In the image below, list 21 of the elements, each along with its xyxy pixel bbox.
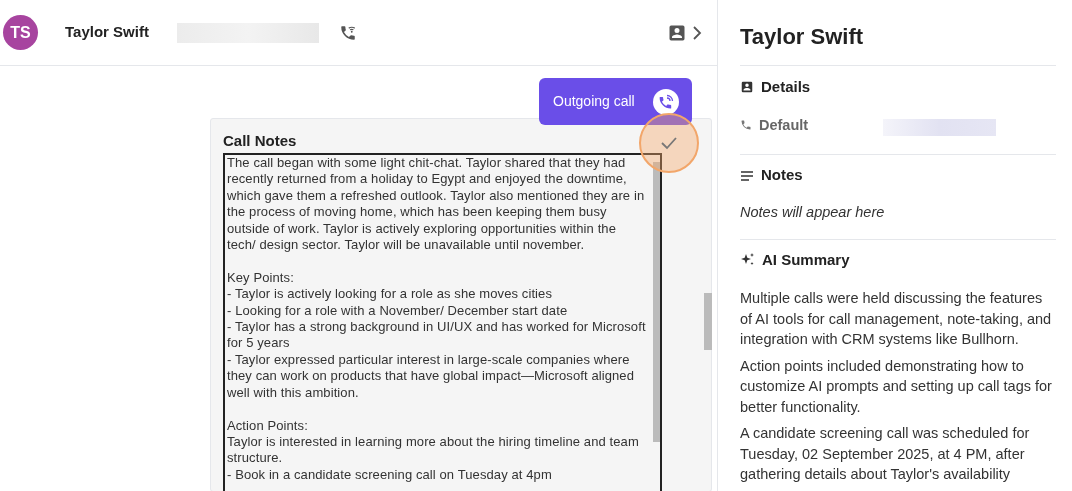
save-button[interactable] <box>639 113 699 173</box>
contact-name: Taylor Swift <box>65 22 149 43</box>
summary-paragraph: A candidate screening call was scheduled for Tuesday, 02 September 2025, at 4 PM, after gathering details about Taylor's availability <box>740 424 1031 484</box>
summary-paragraph: Multiple calls were held discussing the features of AI tools for call management, note-taking, and integration with CRM systems like Bullhorn. <box>740 289 1053 349</box>
card-title: Call Notes <box>223 131 297 151</box>
section-title: Notes <box>761 165 803 186</box>
contact-card-icon <box>740 80 754 95</box>
panel-title: Taylor Swift <box>740 24 865 50</box>
detail-label: Default <box>759 115 810 135</box>
check-icon <box>660 136 678 150</box>
section-title: Details <box>761 77 811 97</box>
wifi-call-icon[interactable] <box>338 23 357 42</box>
phone-icon <box>740 119 752 132</box>
phone-call-icon <box>652 88 679 115</box>
empty-notes-text: Notes will appear here <box>740 202 886 222</box>
section-title: AI Summary <box>762 249 850 270</box>
avatar: TS <box>3 15 38 50</box>
notes-icon <box>740 169 754 182</box>
chevron-right-icon[interactable] <box>692 25 702 40</box>
summary-paragraph: Action points included demonstrating how to customize AI prompts and setting up call tags for better functionality. <box>740 356 1053 417</box>
message-label: Outgoing call <box>553 92 635 111</box>
